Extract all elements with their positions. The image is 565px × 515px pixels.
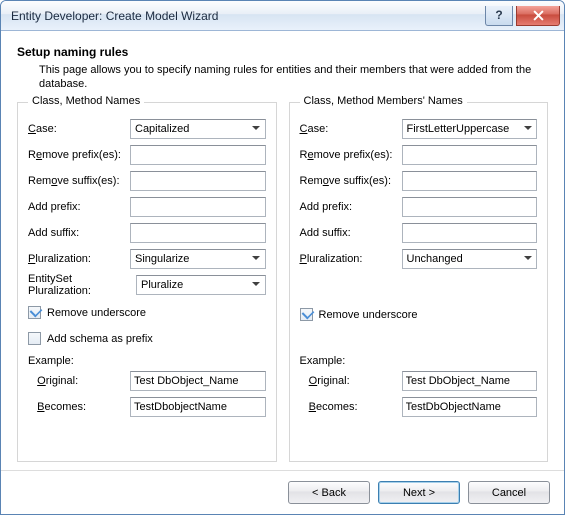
example-becomes-output	[130, 397, 266, 417]
original-label: Original:	[300, 375, 402, 387]
close-icon	[533, 10, 544, 21]
chevron-down-icon	[248, 250, 265, 268]
page-title: Setup naming rules	[17, 45, 548, 59]
original-label: Original:	[28, 375, 130, 387]
remove-prefix-label: Remove prefix(es):	[28, 149, 130, 161]
case-select[interactable]: FirstLetterUppercase	[402, 119, 538, 139]
entityset-plural-label: EntitySet Pluralization:	[28, 273, 136, 297]
add-prefix-input[interactable]	[130, 197, 266, 217]
check-icon	[300, 308, 313, 321]
window-title: Entity Developer: Create Model Wizard	[11, 9, 485, 23]
chevron-down-icon	[519, 250, 536, 268]
remove-prefix-input[interactable]	[130, 145, 266, 165]
example-original-input[interactable]	[402, 371, 538, 391]
wizard-footer: < Back Next > Cancel	[1, 470, 564, 514]
add-prefix-label: Add prefix:	[28, 201, 130, 213]
remove-suffix-label: Remove suffix(es):	[300, 175, 402, 187]
entityset-plural-select[interactable]: Pluralize	[136, 275, 266, 295]
close-button[interactable]	[516, 6, 560, 26]
pluralization-label: Pluralization:	[28, 253, 130, 265]
chevron-down-icon	[248, 276, 265, 294]
case-label: Case:	[28, 123, 130, 135]
class-method-names-group: Class, Method Names Case: Capitalized Re…	[17, 102, 277, 462]
pluralization-select[interactable]: Singularize	[130, 249, 266, 269]
becomes-label: Becomes:	[28, 401, 130, 413]
example-label: Example:	[300, 355, 538, 367]
pluralization-label: Pluralization:	[300, 253, 402, 265]
class-method-members-group: Class, Method Members' Names Case: First…	[289, 102, 549, 462]
becomes-label: Becomes:	[300, 401, 402, 413]
example-original-input[interactable]	[130, 371, 266, 391]
example-label: Example:	[28, 355, 266, 367]
case-label: Case:	[300, 123, 402, 135]
case-select[interactable]: Capitalized	[130, 119, 266, 139]
columns: Class, Method Names Case: Capitalized Re…	[17, 102, 548, 462]
pluralization-select[interactable]: Unchanged	[402, 249, 538, 269]
remove-suffix-input[interactable]	[130, 171, 266, 191]
remove-prefix-input[interactable]	[402, 145, 538, 165]
chevron-down-icon	[519, 120, 536, 138]
cancel-button[interactable]: Cancel	[468, 481, 550, 504]
next-button[interactable]: Next >	[378, 481, 460, 504]
group-legend: Class, Method Members' Names	[300, 95, 467, 107]
wizard-dialog: Entity Developer: Create Model Wizard ? …	[0, 0, 565, 515]
add-prefix-label: Add prefix:	[300, 201, 402, 213]
help-button[interactable]: ?	[485, 6, 513, 26]
chevron-down-icon	[248, 120, 265, 138]
titlebar: Entity Developer: Create Model Wizard ?	[1, 1, 564, 31]
remove-underscore-checkbox[interactable]: Remove underscore	[28, 303, 266, 323]
content-area: Setup naming rules This page allows you …	[1, 31, 564, 470]
remove-suffix-input[interactable]	[402, 171, 538, 191]
page-description: This page allows you to specify naming r…	[39, 63, 548, 92]
check-icon	[28, 306, 41, 319]
add-suffix-input[interactable]	[402, 223, 538, 243]
example-becomes-output	[402, 397, 538, 417]
window-controls: ?	[485, 6, 560, 26]
add-suffix-label: Add suffix:	[28, 227, 130, 239]
add-schema-prefix-checkbox[interactable]: Add schema as prefix	[28, 329, 266, 349]
group-legend: Class, Method Names	[28, 95, 144, 107]
add-suffix-input[interactable]	[130, 223, 266, 243]
back-button[interactable]: < Back	[288, 481, 370, 504]
check-icon	[28, 332, 41, 345]
remove-prefix-label: Remove prefix(es):	[300, 149, 402, 161]
add-prefix-input[interactable]	[402, 197, 538, 217]
add-suffix-label: Add suffix:	[300, 227, 402, 239]
remove-underscore-checkbox[interactable]: Remove underscore	[300, 305, 538, 325]
page-header: Setup naming rules This page allows you …	[17, 45, 548, 102]
remove-suffix-label: Remove suffix(es):	[28, 175, 130, 187]
